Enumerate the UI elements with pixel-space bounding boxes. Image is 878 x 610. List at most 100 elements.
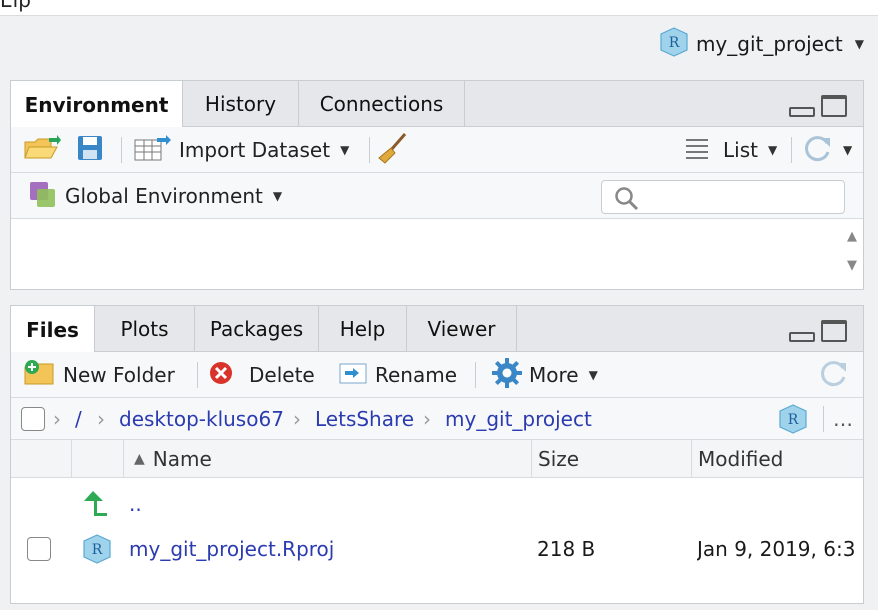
header-name[interactable]: ▲ Name xyxy=(123,440,531,478)
svg-text:R: R xyxy=(92,542,103,558)
chevron-down-icon: ▼ xyxy=(272,189,283,203)
tab-environment[interactable]: Environment xyxy=(11,81,183,128)
header-modified-label: Modified xyxy=(698,447,784,471)
chevron-down-icon: ▼ xyxy=(588,368,598,382)
breadcrumb-item[interactable]: desktop-kluso67 xyxy=(119,398,284,440)
maximize-icon[interactable] xyxy=(821,95,847,117)
file-name-link[interactable]: my_git_project.Rproj xyxy=(129,526,334,572)
environment-pane: Environment History Connections Import D… xyxy=(10,80,864,290)
save-button[interactable] xyxy=(77,127,103,173)
environment-tabbar: Environment History Connections xyxy=(11,81,863,128)
row-checkbox[interactable] xyxy=(27,526,51,572)
tab-history[interactable]: History xyxy=(183,81,299,127)
minimize-icon[interactable] xyxy=(789,332,815,342)
breadcrumb-separator: › xyxy=(423,407,431,431)
pane-window-controls xyxy=(789,95,847,117)
more-button[interactable]: More ▼ xyxy=(491,352,598,398)
files-table-body: .. R my_git_project.Rproj 218 B Jan 9, 2… xyxy=(11,478,863,598)
project-bar: R my_git_project ▼ xyxy=(0,16,878,72)
refresh-icon xyxy=(803,133,833,168)
header-modified[interactable]: Modified xyxy=(691,440,863,478)
rename-label: Rename xyxy=(375,363,458,387)
files-table-header: ▲ Name Size Modified xyxy=(11,440,863,478)
list-icon xyxy=(685,137,709,164)
files-toolbar: New Folder Delete Rename More ▼ xyxy=(11,352,863,398)
environment-icon xyxy=(27,180,59,213)
menu-fragment[interactable]: Elp xyxy=(0,0,31,12)
breadcrumb-item[interactable]: my_git_project xyxy=(445,398,592,440)
refresh-icon xyxy=(819,358,849,393)
tab-viewer[interactable]: Viewer xyxy=(407,306,517,352)
breadcrumb-item[interactable]: LetsShare xyxy=(315,398,414,440)
table-row[interactable]: R my_git_project.Rproj 218 B Jan 9, 2019… xyxy=(11,526,863,572)
environment-selector[interactable]: Global Environment ▼ xyxy=(27,173,282,219)
more-label: More xyxy=(529,363,579,387)
delete-label: Delete xyxy=(249,363,315,387)
sort-ascending-icon: ▲ xyxy=(134,451,145,467)
clear-workspace-button[interactable] xyxy=(375,127,409,173)
open-button[interactable] xyxy=(23,127,61,173)
svg-text:R: R xyxy=(788,412,799,428)
new-folder-button[interactable]: New Folder xyxy=(23,352,175,398)
toolbar-divider xyxy=(197,362,198,388)
files-refresh-button[interactable] xyxy=(819,352,849,398)
pane-window-controls xyxy=(789,320,847,342)
files-pane: Files Plots Packages Help Viewer New Fol… xyxy=(10,305,864,604)
go-to-project-icon[interactable]: R xyxy=(779,404,807,439)
go-up-icon[interactable] xyxy=(83,480,109,526)
project-menu[interactable]: R my_git_project ▼ xyxy=(660,26,864,62)
refresh-button[interactable]: ▼ xyxy=(803,127,852,173)
tab-help[interactable]: Help xyxy=(319,306,407,352)
breadcrumb-root[interactable]: / xyxy=(75,398,82,440)
r-project-icon: R xyxy=(660,26,688,62)
save-icon xyxy=(77,134,103,167)
toolbar-divider xyxy=(791,137,792,163)
new-folder-icon xyxy=(23,359,57,392)
select-all-checkbox[interactable] xyxy=(21,407,45,431)
header-size[interactable]: Size xyxy=(531,440,691,478)
toolbar-divider xyxy=(369,137,370,163)
header-icon-column xyxy=(71,440,123,478)
table-row[interactable]: .. xyxy=(11,480,863,526)
breadcrumb-separator: › xyxy=(97,407,105,431)
breadcrumb-separator: › xyxy=(293,407,301,431)
tab-plots[interactable]: Plots xyxy=(95,306,195,352)
menu-strip: Elp xyxy=(0,0,878,16)
file-name-link[interactable]: .. xyxy=(129,480,142,526)
maximize-icon[interactable] xyxy=(821,320,847,342)
rename-icon xyxy=(339,361,369,390)
scroll-down-icon[interactable]: ▼ xyxy=(847,258,857,273)
environment-selector-bar: Global Environment ▼ xyxy=(11,173,863,219)
toolbar-divider xyxy=(823,406,824,432)
tab-packages[interactable]: Packages xyxy=(195,306,319,352)
table-import-icon xyxy=(133,134,173,167)
environment-content: ▲ ▼ xyxy=(11,219,863,289)
svg-text:R: R xyxy=(669,35,680,51)
environment-search-input[interactable] xyxy=(601,180,845,214)
chevron-down-icon: ▼ xyxy=(767,143,778,157)
chevron-down-icon: ▼ xyxy=(843,143,853,157)
view-mode-label: List xyxy=(723,138,758,162)
chevron-down-icon: ▼ xyxy=(854,37,864,51)
new-folder-label: New Folder xyxy=(63,363,175,387)
tab-files[interactable]: Files xyxy=(11,306,95,353)
file-size: 218 B xyxy=(537,537,596,561)
broom-icon xyxy=(375,132,409,169)
environment-selector-label: Global Environment xyxy=(65,184,263,208)
minimize-icon[interactable] xyxy=(789,107,815,117)
file-modified: Jan 9, 2019, 6:3 xyxy=(697,537,856,561)
delete-button[interactable]: Delete xyxy=(209,352,315,398)
environment-toolbar: Import Dataset ▼ List ▼ ▼ xyxy=(11,127,863,173)
delete-icon xyxy=(209,361,233,390)
tab-connections[interactable]: Connections xyxy=(299,81,465,127)
rename-button[interactable]: Rename xyxy=(339,352,457,398)
toolbar-divider xyxy=(121,137,122,163)
import-dataset-label: Import Dataset xyxy=(179,138,331,162)
scroll-up-icon[interactable]: ▲ xyxy=(847,229,857,244)
chevron-down-icon: ▼ xyxy=(340,143,350,157)
import-dataset-button[interactable]: Import Dataset ▼ xyxy=(133,127,349,173)
environment-scrollbar[interactable]: ▲ ▼ xyxy=(847,229,857,273)
breadcrumb-more[interactable]: … xyxy=(833,398,853,440)
breadcrumb-separator: › xyxy=(53,407,61,431)
view-mode-button[interactable]: List ▼ xyxy=(685,127,777,173)
